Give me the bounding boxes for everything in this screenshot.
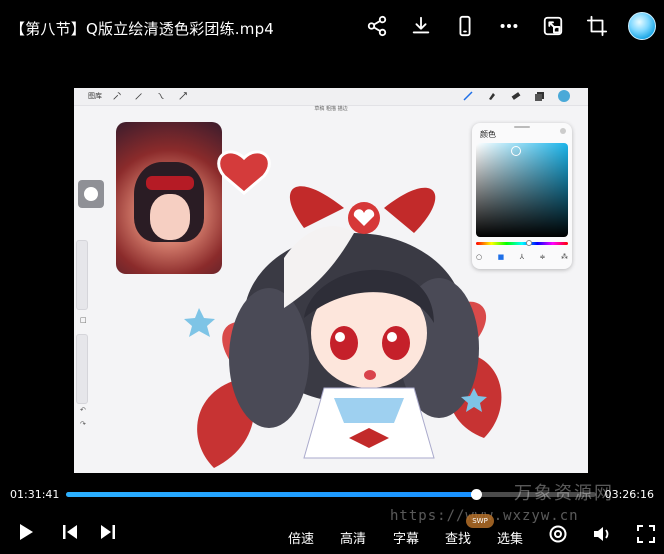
modify-icon: □ bbox=[80, 316, 87, 324]
chibi-illustration bbox=[184, 150, 502, 468]
progress-fill bbox=[66, 492, 476, 497]
magic-icon bbox=[134, 91, 146, 103]
total-time: 03:26:16 bbox=[604, 488, 654, 501]
avatar[interactable] bbox=[628, 12, 656, 40]
previous-icon[interactable] bbox=[60, 522, 80, 546]
hue-knob[interactable] bbox=[526, 240, 532, 246]
smudge-icon bbox=[486, 90, 498, 102]
fullscreen-icon[interactable] bbox=[636, 524, 656, 548]
watermark-site-name: 万象资源网 bbox=[514, 483, 614, 504]
quality-button[interactable]: 高清 bbox=[340, 528, 366, 547]
top-actions bbox=[364, 12, 656, 40]
eraser-icon bbox=[510, 90, 522, 102]
wrench-icon bbox=[112, 91, 124, 103]
brush-size-button bbox=[78, 180, 104, 208]
search-button[interactable]: 查找 bbox=[445, 528, 471, 547]
progress-knob[interactable] bbox=[470, 489, 482, 500]
phone-icon[interactable] bbox=[452, 13, 478, 39]
classic-mode-icon[interactable]: ■ bbox=[498, 253, 505, 261]
harmony-mode-icon[interactable]: ⅄ bbox=[520, 253, 524, 261]
swp-badge: SWP bbox=[466, 514, 494, 528]
gallery-label: 图库 bbox=[88, 91, 102, 100]
redo-icon: ↷ bbox=[80, 420, 86, 428]
disc-mode-icon[interactable]: ○ bbox=[476, 253, 482, 261]
size-slider bbox=[76, 240, 88, 310]
episodes-button[interactable]: 选集 bbox=[497, 528, 523, 547]
play-icon[interactable] bbox=[16, 522, 36, 546]
select-icon bbox=[156, 91, 168, 103]
saturation-brightness-picker[interactable] bbox=[476, 143, 568, 237]
palette-mode-icon[interactable]: ⁂ bbox=[561, 253, 568, 261]
subtitles-button[interactable]: 字幕 bbox=[393, 528, 419, 547]
top-bar: 【第八节】Q版立绘清透色彩团练.mp4 bbox=[0, 0, 664, 58]
opacity-slider bbox=[76, 334, 88, 404]
color-mode-tabs: ○ ■ ⅄ ≑ ⁂ bbox=[476, 253, 568, 261]
undo-icon: ↶ bbox=[80, 406, 86, 414]
pip-icon[interactable] bbox=[540, 13, 566, 39]
speed-button[interactable]: 倍速 bbox=[288, 528, 314, 547]
more-icon[interactable] bbox=[496, 13, 522, 39]
value-mode-icon[interactable]: ≑ bbox=[540, 253, 546, 261]
color-cursor[interactable] bbox=[511, 146, 521, 156]
volume-icon[interactable] bbox=[592, 524, 612, 548]
crop-icon[interactable] bbox=[584, 13, 610, 39]
current-time: 01:31:41 bbox=[10, 488, 60, 501]
color-swatch-icon bbox=[558, 90, 570, 102]
close-icon[interactable] bbox=[560, 128, 566, 134]
color-panel-title: 颜色 bbox=[480, 130, 496, 139]
layers-icon bbox=[534, 90, 546, 102]
next-icon[interactable] bbox=[98, 522, 118, 546]
video-title: 【第八节】Q版立绘清透色彩团练.mp4 bbox=[10, 20, 275, 38]
video-frame[interactable]: 图库 草稿 粗描 描边 □ ↶ ↷ 颜色 ○ ■ ⅄ ≑ ⁂ bbox=[74, 88, 588, 473]
panel-handle[interactable] bbox=[514, 126, 530, 128]
document-title: 草稿 粗描 描边 bbox=[314, 106, 348, 112]
app-toolbar: 图库 bbox=[74, 88, 588, 106]
color-panel[interactable]: 颜色 ○ ■ ⅄ ≑ ⁂ bbox=[472, 123, 572, 269]
download-icon[interactable] bbox=[408, 13, 434, 39]
settings-icon[interactable] bbox=[548, 524, 568, 548]
hue-slider[interactable] bbox=[476, 242, 568, 245]
share-icon[interactable] bbox=[364, 13, 390, 39]
move-icon bbox=[178, 91, 190, 103]
brush-icon bbox=[462, 90, 474, 102]
